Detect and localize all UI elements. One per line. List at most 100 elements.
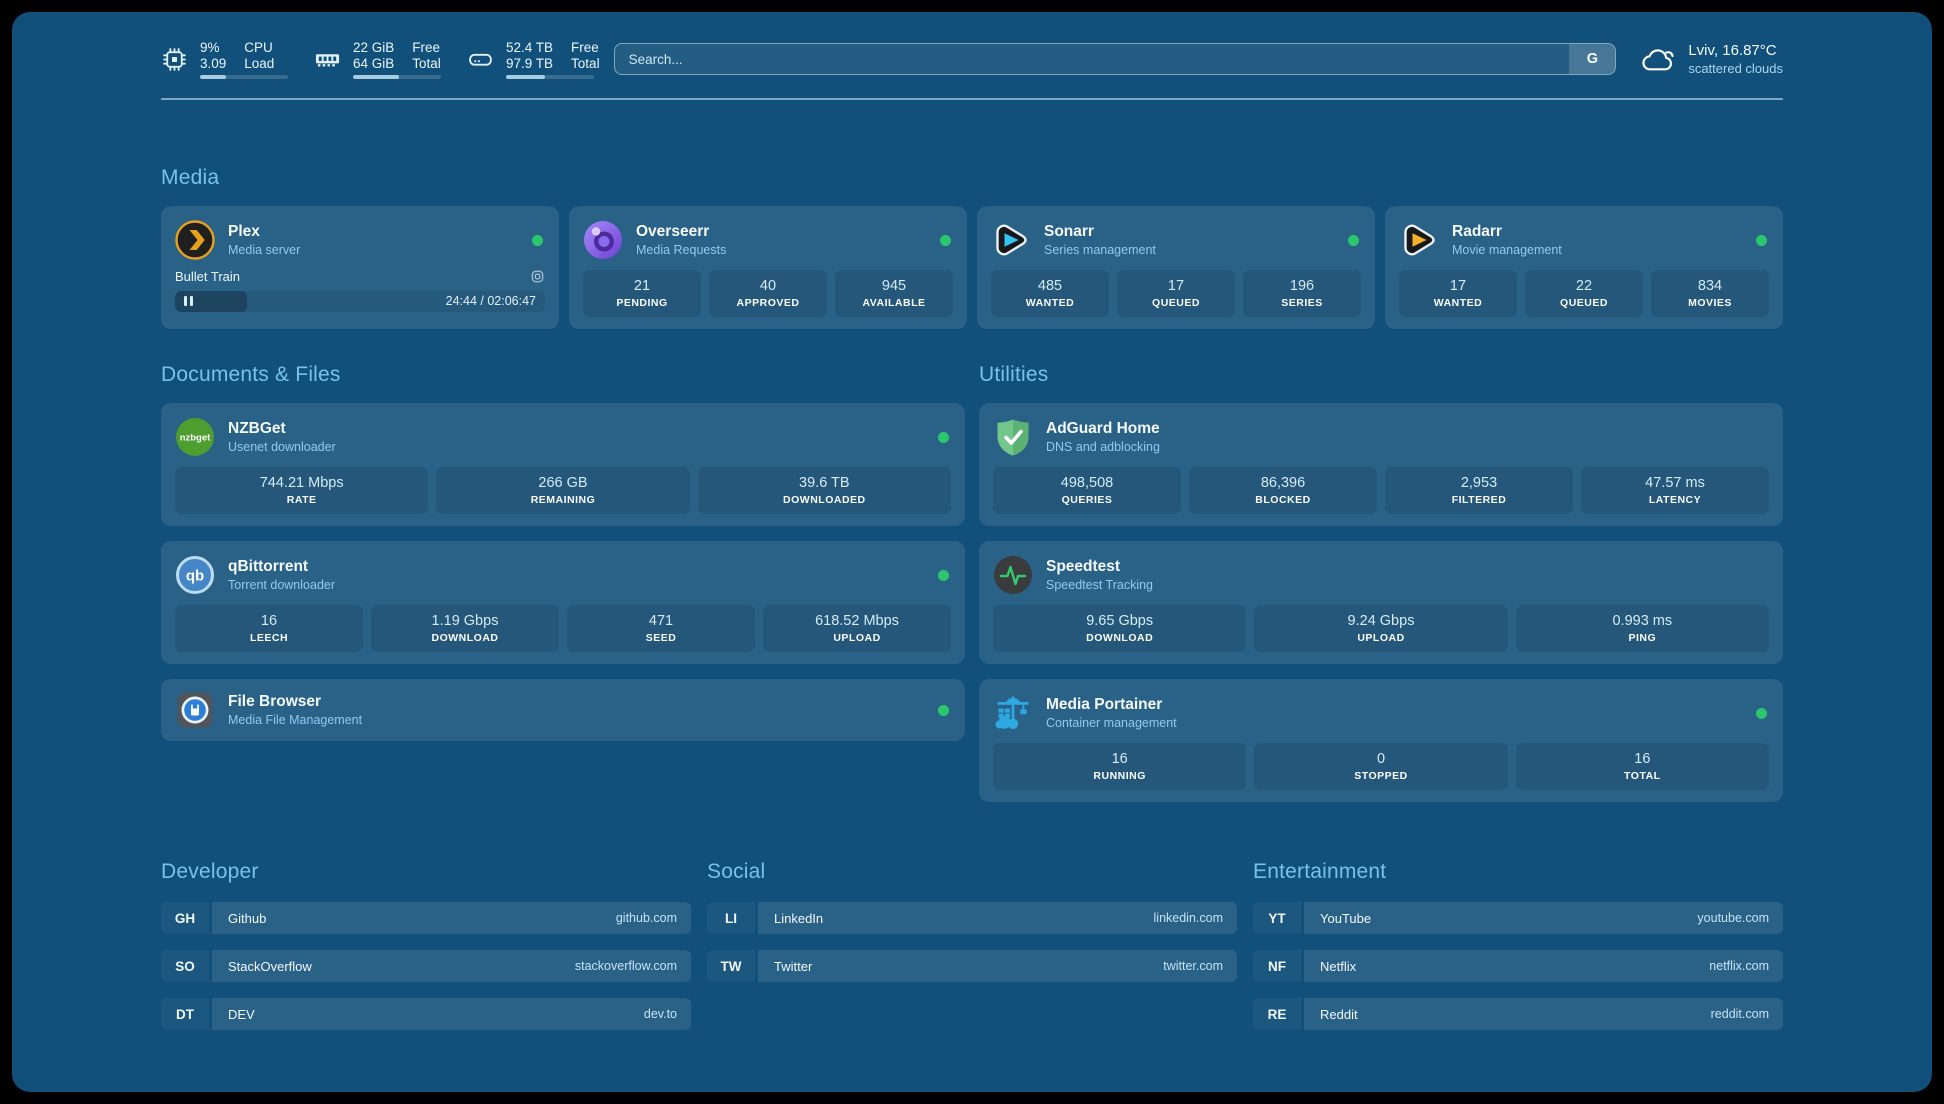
stat-value: 498,508 xyxy=(1061,475,1113,492)
bookmark-reddit[interactable]: RE Reddit reddit.com xyxy=(1253,998,1783,1030)
bookmark-abbr: SO xyxy=(161,950,209,982)
bookmark-name: Github xyxy=(228,911,266,926)
stat-filtered: 2,953 FILTERED xyxy=(1385,467,1573,514)
service-card-adguard[interactable]: AdGuard Home DNS and adblocking 498,508 … xyxy=(979,403,1783,526)
section-utilities: Utilities AdGuard Home DNS and adblockin… xyxy=(979,363,1783,802)
service-description: Media File Management xyxy=(228,712,925,728)
service-card-sonarr[interactable]: Sonarr Series management 485 WANTED 17 Q… xyxy=(977,206,1375,329)
bookmark-netflix[interactable]: NF Netflix netflix.com xyxy=(1253,950,1783,982)
weather-location-temp: Lviv, 16.87°C xyxy=(1688,41,1783,60)
stat-series: 196 SERIES xyxy=(1243,270,1361,317)
resource-cpu: 9% 3.09 CPU Load xyxy=(161,40,288,79)
stat-value: 17 xyxy=(1168,278,1184,295)
bookmark-group-developer: Developer GH Github github.com SO StackO… xyxy=(161,860,691,1046)
stat-value: 22 xyxy=(1576,278,1592,295)
stat-value: 9.24 Gbps xyxy=(1348,613,1415,630)
bookmark-stackoverflow[interactable]: SO StackOverflow stackoverflow.com xyxy=(161,950,691,982)
stat-label: WANTED xyxy=(1026,297,1075,309)
stat-value: 16 xyxy=(261,613,277,630)
stat-label: UPLOAD xyxy=(833,632,880,644)
service-card-speedtest[interactable]: Speedtest Speedtest Tracking 9.65 Gbps D… xyxy=(979,541,1783,664)
bookmark-group-entertainment: Entertainment YT YouTube youtube.com NF … xyxy=(1253,860,1783,1046)
service-card-filebrowser[interactable]: File Browser Media File Management xyxy=(161,679,965,741)
section-title-media: Media xyxy=(161,166,1783,190)
service-card-portainer[interactable]: Media Portainer Container management 16 … xyxy=(979,679,1783,802)
memory-free-value: 22 GiB xyxy=(353,40,394,56)
stat-label: QUEUED xyxy=(1152,297,1200,309)
disk-free-label: Free xyxy=(571,40,600,56)
section-title-developer: Developer xyxy=(161,860,691,884)
stat-ping: 0.993 ms PING xyxy=(1516,605,1769,652)
service-description: Movie management xyxy=(1452,242,1743,258)
stat-value: 16 xyxy=(1112,751,1128,768)
service-description: Speedtest Tracking xyxy=(1046,577,1769,593)
stat-downloaded: 39.6 TB DOWNLOADED xyxy=(698,467,951,514)
bookmark-name: Reddit xyxy=(1320,1007,1358,1022)
weather-widget[interactable]: Lviv, 16.87°C scattered clouds xyxy=(1638,41,1783,77)
stat-latency: 47.57 ms LATENCY xyxy=(1581,467,1769,514)
service-name: Speedtest xyxy=(1046,557,1769,576)
bookmark-github[interactable]: GH Github github.com xyxy=(161,902,691,934)
bookmark-domain: dev.to xyxy=(644,1007,677,1021)
stat-label: TOTAL xyxy=(1624,770,1661,782)
service-name: Overseerr xyxy=(636,222,927,241)
status-dot xyxy=(1756,708,1767,719)
search-bar[interactable]: G xyxy=(614,43,1617,75)
memory-total-label: Total xyxy=(412,56,441,72)
bookmark-domain: reddit.com xyxy=(1711,1007,1769,1021)
bookmark-twitter[interactable]: TW Twitter twitter.com xyxy=(707,950,1237,982)
system-resources: 9% 3.09 CPU Load xyxy=(161,40,600,79)
service-card-nzbget[interactable]: nzbget NZBGet Usenet downloader 744.21 M… xyxy=(161,403,965,526)
memory-icon xyxy=(314,46,341,73)
stat-value: 17 xyxy=(1450,278,1466,295)
stat-label: SEED xyxy=(646,632,677,644)
stat-label: FILTERED xyxy=(1452,494,1507,506)
stat-wanted: 485 WANTED xyxy=(991,270,1109,317)
bookmark-domain: stackoverflow.com xyxy=(575,959,677,973)
overseerr-icon xyxy=(583,220,623,260)
service-card-plex[interactable]: Plex Media server Bullet Train xyxy=(161,206,559,329)
bookmark-abbr: TW xyxy=(707,950,755,982)
service-card-radarr[interactable]: Radarr Movie management 17 WANTED 22 QUE… xyxy=(1385,206,1783,329)
stat-value: 266 GB xyxy=(538,475,587,492)
search-provider-button[interactable]: G xyxy=(1569,44,1615,74)
stat-rate: 744.21 Mbps RATE xyxy=(175,467,428,514)
stat-label: DOWNLOAD xyxy=(1086,632,1153,644)
bookmark-abbr: RE xyxy=(1253,998,1301,1030)
stat-label: RATE xyxy=(287,494,317,506)
bookmark-dev[interactable]: DT DEV dev.to xyxy=(161,998,691,1030)
stat-value: 618.52 Mbps xyxy=(815,613,899,630)
section-title-documents: Documents & Files xyxy=(161,363,965,387)
service-description: Media server xyxy=(228,242,519,258)
status-dot xyxy=(940,235,951,246)
bookmark-linkedin[interactable]: LI LinkedIn linkedin.com xyxy=(707,902,1237,934)
stat-download: 1.19 Gbps DOWNLOAD xyxy=(371,605,559,652)
bookmark-name: Twitter xyxy=(774,959,812,974)
cpu-icon xyxy=(161,46,188,73)
bookmark-domain: netflix.com xyxy=(1709,959,1769,973)
stat-label: LATENCY xyxy=(1649,494,1701,506)
playback-time: 24:44 / 02:06:47 xyxy=(446,294,536,308)
stat-label: MOVIES xyxy=(1688,297,1732,309)
stat-label: REMAINING xyxy=(531,494,596,506)
stat-label: SERIES xyxy=(1281,297,1323,309)
search-input[interactable] xyxy=(615,44,1570,74)
stat-seed: 471 SEED xyxy=(567,605,755,652)
bookmark-group-social: Social LI LinkedIn linkedin.com TW Twitt… xyxy=(707,860,1237,1046)
topbar: 9% 3.09 CPU Load xyxy=(161,12,1783,84)
service-name: NZBGet xyxy=(228,419,925,438)
disk-total-value: 97.9 TB xyxy=(506,56,553,72)
stat-label: PENDING xyxy=(616,297,667,309)
stat-upload: 618.52 Mbps UPLOAD xyxy=(763,605,951,652)
service-name: qBittorrent xyxy=(228,557,925,576)
stat-remaining: 266 GB REMAINING xyxy=(436,467,689,514)
service-card-overseerr[interactable]: Overseerr Media Requests 21 PENDING 40 A… xyxy=(569,206,967,329)
service-card-qbittorrent[interactable]: qb qBittorrent Torrent downloader 16 LEE… xyxy=(161,541,965,664)
bookmark-youtube[interactable]: YT YouTube youtube.com xyxy=(1253,902,1783,934)
portainer-icon xyxy=(993,693,1033,733)
service-name: Radarr xyxy=(1452,222,1743,241)
qbittorrent-icon: qb xyxy=(175,555,215,595)
bookmark-name: StackOverflow xyxy=(228,959,312,974)
bookmark-domain: linkedin.com xyxy=(1154,911,1223,925)
stat-label: WANTED xyxy=(1434,297,1483,309)
